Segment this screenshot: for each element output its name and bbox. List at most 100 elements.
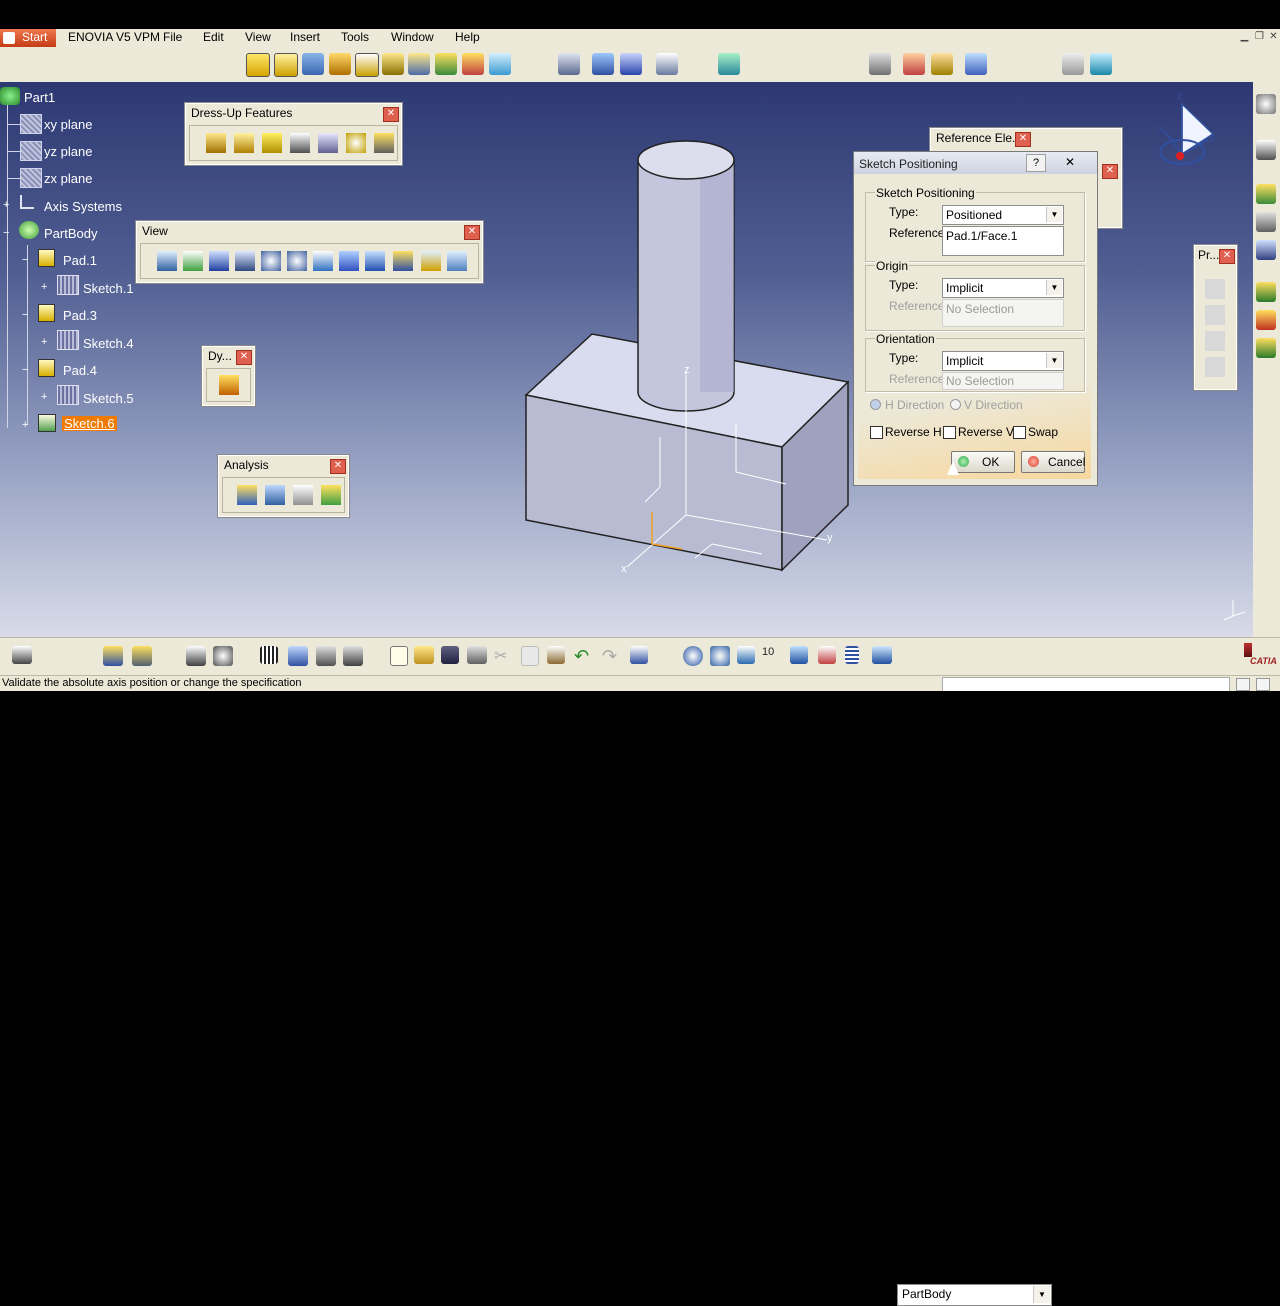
command-clear-icon[interactable]: [1256, 678, 1270, 691]
redo-icon[interactable]: ↷: [602, 646, 622, 666]
new-file-icon[interactable]: [390, 646, 408, 666]
tree-item-sketch1[interactable]: Sketch.1: [83, 281, 134, 296]
draft-icon[interactable]: [262, 133, 282, 153]
command-history-icon[interactable]: [1236, 678, 1250, 691]
rule-icon[interactable]: [931, 53, 953, 75]
chamfer-icon[interactable]: [234, 133, 254, 153]
thread-icon[interactable]: [346, 133, 366, 153]
menu-help[interactable]: Help: [455, 30, 480, 44]
menu-edit[interactable]: Edit: [203, 30, 224, 44]
minimize-icon[interactable]: ▁: [1238, 31, 1251, 43]
list-icon[interactable]: [845, 646, 859, 664]
constraint-icon[interactable]: [592, 53, 614, 75]
reverse-h-checkbox[interactable]: [870, 426, 883, 439]
tree-item-sketch6-selected[interactable]: Sketch.6: [62, 416, 117, 431]
close-icon[interactable]: ✕: [1102, 164, 1118, 179]
start-menu[interactable]: Start: [0, 29, 56, 47]
close-icon[interactable]: ✕: [1267, 31, 1280, 43]
close-icon[interactable]: ✕: [464, 225, 480, 240]
product-toolbar-panel[interactable]: Pr... ✕: [1193, 244, 1238, 391]
multi-view-icon[interactable]: [339, 251, 359, 271]
remove-face-icon[interactable]: [374, 133, 394, 153]
dialog-title-bar[interactable]: Sketch Positioning ? ✕: [854, 152, 1097, 174]
shaft-icon[interactable]: [329, 53, 351, 75]
apply-material-icon[interactable]: [718, 53, 740, 75]
paste-icon[interactable]: [547, 646, 565, 664]
menu-enovia[interactable]: ENOVIA V5 VPM: [68, 30, 160, 44]
expand-plus-icon[interactable]: +: [41, 337, 50, 348]
whats-this-icon[interactable]: [630, 646, 648, 664]
stiffener-icon[interactable]: [435, 53, 457, 75]
zoom-out-icon[interactable]: [287, 251, 307, 271]
dressup-toolbar-panel[interactable]: Dress-Up Features ✕: [184, 102, 403, 166]
rib-icon[interactable]: [382, 53, 404, 75]
camera-icon[interactable]: [12, 646, 32, 664]
zoom-in-icon[interactable]: [261, 251, 281, 271]
boolean-icon[interactable]: [1256, 310, 1276, 330]
hide-show-icon[interactable]: [421, 251, 441, 271]
graph-icon[interactable]: [288, 646, 308, 666]
tool-icon[interactable]: [1256, 212, 1276, 232]
menu-view[interactable]: View: [245, 30, 271, 44]
sketch-icon[interactable]: [246, 53, 270, 77]
tree-item-axis-systems[interactable]: Axis Systems: [44, 199, 122, 214]
isometric-view-icon[interactable]: [365, 251, 385, 271]
undo-icon[interactable]: ↶: [574, 646, 594, 666]
grid-icon[interactable]: [620, 53, 642, 75]
dynamic-sketcher-icon[interactable]: [219, 375, 239, 395]
swap-checkbox[interactable]: [1013, 426, 1026, 439]
tree-item-pad4[interactable]: Pad.4: [63, 363, 97, 378]
constraint-icon[interactable]: [737, 646, 755, 664]
close-icon[interactable]: ✕: [1015, 132, 1031, 147]
insert-geoset-icon[interactable]: [132, 646, 152, 666]
measure-icon[interactable]: 10: [762, 646, 782, 664]
chevron-down-icon[interactable]: ▼: [1046, 280, 1062, 295]
gear-icon[interactable]: [1256, 94, 1276, 114]
sketch-positioning-dialog[interactable]: Sketch Positioning ? ✕ Sketch Positionin…: [853, 151, 1098, 486]
table-icon[interactable]: [260, 646, 278, 664]
wall-thickness-icon[interactable]: [321, 485, 341, 505]
curvature-analysis-icon[interactable]: [265, 485, 285, 505]
thread-analysis-icon[interactable]: [293, 485, 313, 505]
pocket-icon[interactable]: [302, 53, 324, 75]
sketcher-icon[interactable]: [1256, 184, 1276, 204]
print-icon[interactable]: [467, 646, 487, 664]
positioning-type-select[interactable]: Positioned ▼: [942, 205, 1064, 225]
ok-button[interactable]: OK: [951, 451, 1015, 473]
menu-tools[interactable]: Tools: [341, 30, 369, 44]
normal-view-icon[interactable]: [313, 251, 333, 271]
measure-item-icon[interactable]: [790, 646, 808, 664]
tree-item-partbody[interactable]: PartBody: [44, 226, 97, 241]
measure-icon[interactable]: [558, 53, 580, 75]
table-icon[interactable]: [1062, 53, 1084, 75]
tool-icon[interactable]: [1256, 240, 1276, 260]
check-icon[interactable]: [343, 646, 363, 666]
link-icon[interactable]: [965, 53, 987, 75]
expand-plus-icon[interactable]: +: [41, 282, 50, 293]
tree-item-pad1[interactable]: Pad.1: [63, 253, 97, 268]
collapse-minus-icon[interactable]: −: [22, 255, 31, 266]
close-icon[interactable]: ✕: [236, 350, 252, 365]
render-style-icon[interactable]: [393, 251, 413, 271]
close-icon[interactable]: ✕: [330, 459, 346, 474]
partbody-select[interactable]: PartBody ▼: [897, 1284, 1052, 1306]
swap-space-icon[interactable]: [447, 251, 467, 271]
chevron-down-icon[interactable]: ▼: [1046, 207, 1062, 222]
tree-root-part1[interactable]: Part1: [24, 90, 55, 105]
orientation-type-select[interactable]: Implicit ▼: [942, 351, 1064, 371]
fit-all-in-icon[interactable]: [183, 251, 203, 271]
collapse-minus-icon[interactable]: −: [22, 365, 31, 376]
tree-item-sketch5[interactable]: Sketch.5: [83, 391, 134, 406]
pan-icon[interactable]: [209, 251, 229, 271]
knowledge-icon[interactable]: [903, 53, 925, 75]
comment-icon[interactable]: [213, 646, 233, 666]
remove-loft-icon[interactable]: [489, 53, 511, 75]
open-folder-icon[interactable]: [414, 646, 434, 664]
measure-inertia-icon[interactable]: [818, 646, 836, 664]
tree-item-pad3[interactable]: Pad.3: [63, 308, 97, 323]
tree-item-sketch4[interactable]: Sketch.4: [83, 336, 134, 351]
restore-icon[interactable]: ❐: [1253, 31, 1266, 43]
menu-insert[interactable]: Insert: [290, 30, 320, 44]
fly-mode-icon[interactable]: [157, 251, 177, 271]
dynamic-toolbar-panel[interactable]: Dy... ✕: [201, 345, 256, 407]
